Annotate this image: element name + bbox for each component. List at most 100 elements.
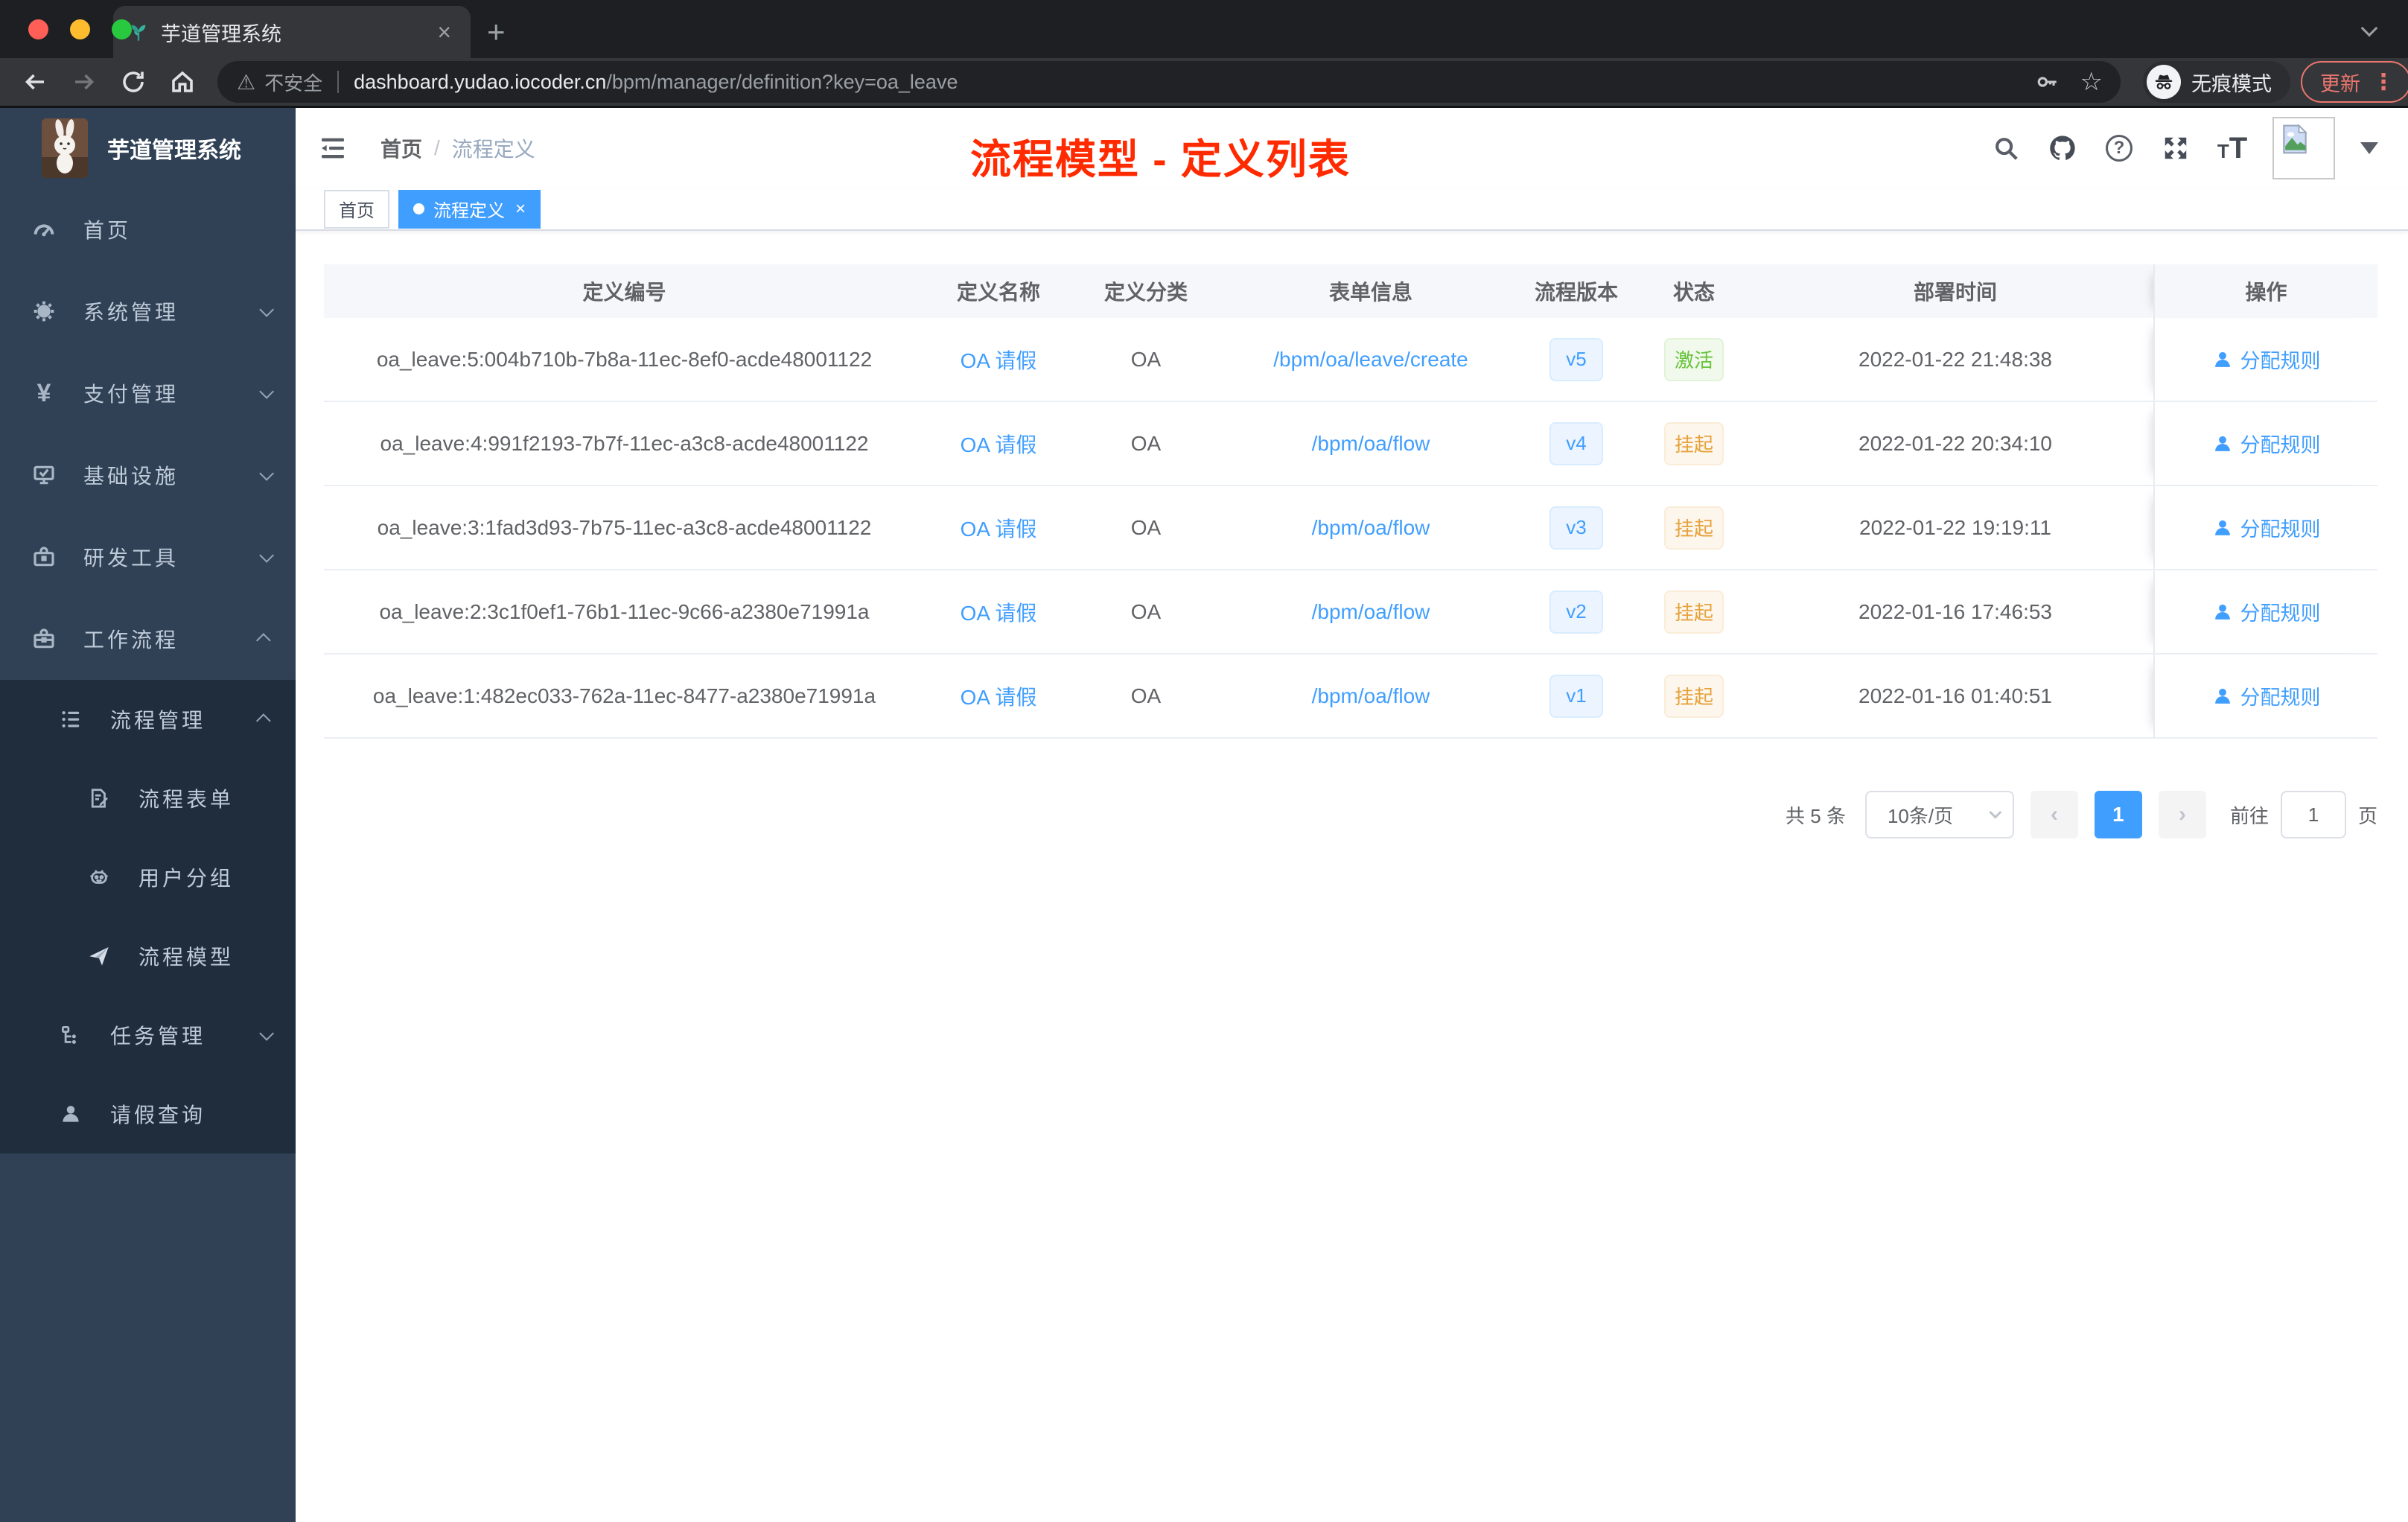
breadcrumb-home[interactable]: 首页 (380, 133, 422, 163)
sidebar-item-home[interactable]: 首页 (0, 188, 296, 270)
search-icon[interactable] (1990, 132, 2022, 165)
col-header-actions: 操作 (2153, 264, 2377, 318)
security-warning-icon[interactable]: ⚠ (237, 70, 255, 95)
password-key-icon[interactable] (2034, 69, 2060, 95)
cell-deploy-time: 2022-01-16 17:46:53 (1858, 599, 2052, 623)
url-text[interactable]: dashboard.yudao.iocoder.cn/bpm/manager/d… (354, 71, 2019, 94)
current-page-button[interactable]: 1 (2094, 791, 2142, 838)
definition-name-link[interactable]: OA 请假 (961, 345, 1037, 375)
cell-id: oa_leave:4:991f2193-7b7f-11ec-a3c8-acde4… (380, 431, 869, 455)
assign-rule-button[interactable]: 分配规则 (2212, 429, 2321, 458)
list-icon (58, 707, 83, 732)
assign-rule-button[interactable]: 分配规则 (2212, 597, 2321, 626)
sidebar-item-infra[interactable]: 基础设施 (0, 434, 296, 516)
sidebar-toggle-icon[interactable] (318, 133, 348, 163)
sidebar-item-process-mgmt[interactable]: 流程管理 (0, 680, 296, 759)
form-link[interactable]: /bpm/oa/leave/create (1273, 348, 1468, 372)
chevron-down-icon (259, 465, 275, 481)
security-label[interactable]: 不安全 (264, 69, 322, 96)
avatar[interactable] (2272, 117, 2335, 179)
sidebar-item-leave-query[interactable]: 请假查询 (0, 1074, 296, 1153)
tag-home[interactable]: 首页 (324, 189, 389, 229)
help-icon[interactable]: ? (2103, 132, 2135, 165)
table-row: oa_leave:5:004b710b-7b8a-11ec-8ef0-acde4… (324, 318, 2377, 402)
sidebar-logo: 芋道管理系统 (0, 108, 296, 188)
status-badge: 激活 (1663, 337, 1724, 381)
breadcrumb: 首页 / 流程定义 (380, 133, 535, 163)
version-badge: v3 (1549, 506, 1603, 550)
status-badge: 挂起 (1663, 506, 1724, 550)
cell-category: OA (1130, 347, 1162, 371)
definition-name-link[interactable]: OA 请假 (961, 513, 1037, 543)
maximize-window-button[interactable] (112, 19, 132, 39)
sidebar-item-payment[interactable]: ¥ 支付管理 (0, 352, 296, 434)
avatar-caret-icon[interactable] (2360, 142, 2378, 154)
goto-page-input[interactable] (2280, 791, 2346, 838)
incognito-icon (2147, 65, 2181, 99)
definition-name-link[interactable]: OA 请假 (961, 597, 1037, 627)
font-size-icon[interactable]: TT (2216, 132, 2249, 165)
tab-close-icon[interactable]: × (433, 20, 456, 44)
col-header-status: 状态 (1672, 281, 1715, 304)
definition-name-link[interactable]: OA 请假 (961, 681, 1037, 711)
cell-category: OA (1130, 684, 1162, 707)
col-header-category: 定义分类 (1103, 281, 1188, 304)
screen: 芋道管理系统 × + ⚠ 不安全 dashboard.yudao.iocoder… (0, 0, 2408, 1522)
url-divider (337, 71, 340, 93)
browser-toolbar: ⚠ 不安全 dashboard.yudao.iocoder.cn/bpm/man… (0, 58, 2408, 108)
browser-menu-icon[interactable]: ⋮ (2372, 69, 2395, 95)
reload-button[interactable] (119, 68, 147, 96)
form-link[interactable]: /bpm/oa/flow (1312, 516, 1430, 540)
tab-search-chevron-icon[interactable] (2360, 19, 2380, 39)
fullscreen-icon[interactable] (2159, 132, 2192, 165)
forward-button[interactable] (70, 68, 98, 96)
prev-page-button[interactable]: ‹ (2030, 791, 2078, 838)
browser-tab[interactable]: 芋道管理系统 × (113, 6, 471, 58)
tag-close-icon[interactable]: × (515, 200, 526, 218)
update-label: 更新 (2320, 72, 2360, 95)
sidebar-item-task-mgmt[interactable]: 任务管理 (0, 996, 296, 1074)
close-window-button[interactable] (28, 19, 48, 39)
assign-rule-button[interactable]: 分配规则 (2212, 681, 2321, 710)
yen-icon: ¥ (36, 378, 51, 407)
table-header-row: 定义编号 定义名称 定义分类 表单信息 流程版本 状态 部署时间 操作 (324, 264, 2377, 318)
definition-name-link[interactable]: OA 请假 (961, 429, 1037, 459)
form-link[interactable]: /bpm/oa/flow (1312, 432, 1430, 456)
col-header-name: 定义名称 (956, 281, 1040, 304)
assign-rule-button[interactable]: 分配规则 (2212, 513, 2321, 542)
cell-category: OA (1130, 431, 1162, 455)
next-page-button[interactable]: › (2158, 791, 2206, 838)
status-badge: 挂起 (1663, 674, 1724, 718)
sidebar-item-user-group[interactable]: 用户分组 (0, 838, 296, 917)
goto-unit: 页 (2357, 804, 2377, 827)
sidebar-item-system[interactable]: 系统管理 (0, 270, 296, 352)
sidebar-item-devtools[interactable]: 研发工具 (0, 516, 296, 598)
back-button[interactable] (21, 68, 49, 96)
sidebar-item-workflow[interactable]: 工作流程 (0, 598, 296, 680)
dashboard-icon (31, 217, 57, 242)
assign-rule-button[interactable]: 分配规则 (2212, 345, 2321, 374)
chevron-down-icon (259, 383, 275, 399)
active-dot (413, 203, 424, 214)
new-tab-button[interactable]: + (487, 6, 506, 58)
sidebar-item-process-form[interactable]: 流程表单 (0, 759, 296, 838)
home-button[interactable] (168, 68, 197, 96)
sidebar-item-process-model[interactable]: 流程模型 (0, 917, 296, 996)
form-link[interactable]: /bpm/oa/flow (1312, 600, 1430, 624)
update-button[interactable]: 更新 ⋮ (2301, 61, 2408, 103)
github-icon[interactable] (2046, 132, 2079, 165)
tag-process-definition[interactable]: 流程定义 × (398, 189, 541, 229)
col-header-version: 流程版本 (1534, 281, 1618, 304)
form-link[interactable]: /bpm/oa/flow (1312, 684, 1430, 708)
cell-deploy-time: 2022-01-16 01:40:51 (1858, 684, 2052, 707)
chevron-down-icon (1989, 806, 2002, 819)
page-size-select[interactable]: 10条/页 (1864, 791, 2014, 838)
bookmark-star-icon[interactable]: ☆ (2080, 69, 2103, 95)
col-header-time: 部署时间 (1913, 281, 1997, 304)
address-bar[interactable]: ⚠ 不安全 dashboard.yudao.iocoder.cn/bpm/man… (217, 61, 2121, 103)
minimize-window-button[interactable] (70, 19, 90, 39)
workflow-submenu: 流程管理 流程表单 用户分组 流程模型 任务管理 请假查询 (0, 680, 296, 1153)
navbar: 首页 / 流程定义 流程模型 - 定义列表 ? T T (296, 108, 2408, 188)
user-icon (58, 1101, 83, 1127)
sidebar: 芋道管理系统 首页 系统管理 ¥ 支付管理 基础设施 研发工具 工作流程 流程管… (0, 108, 296, 1522)
